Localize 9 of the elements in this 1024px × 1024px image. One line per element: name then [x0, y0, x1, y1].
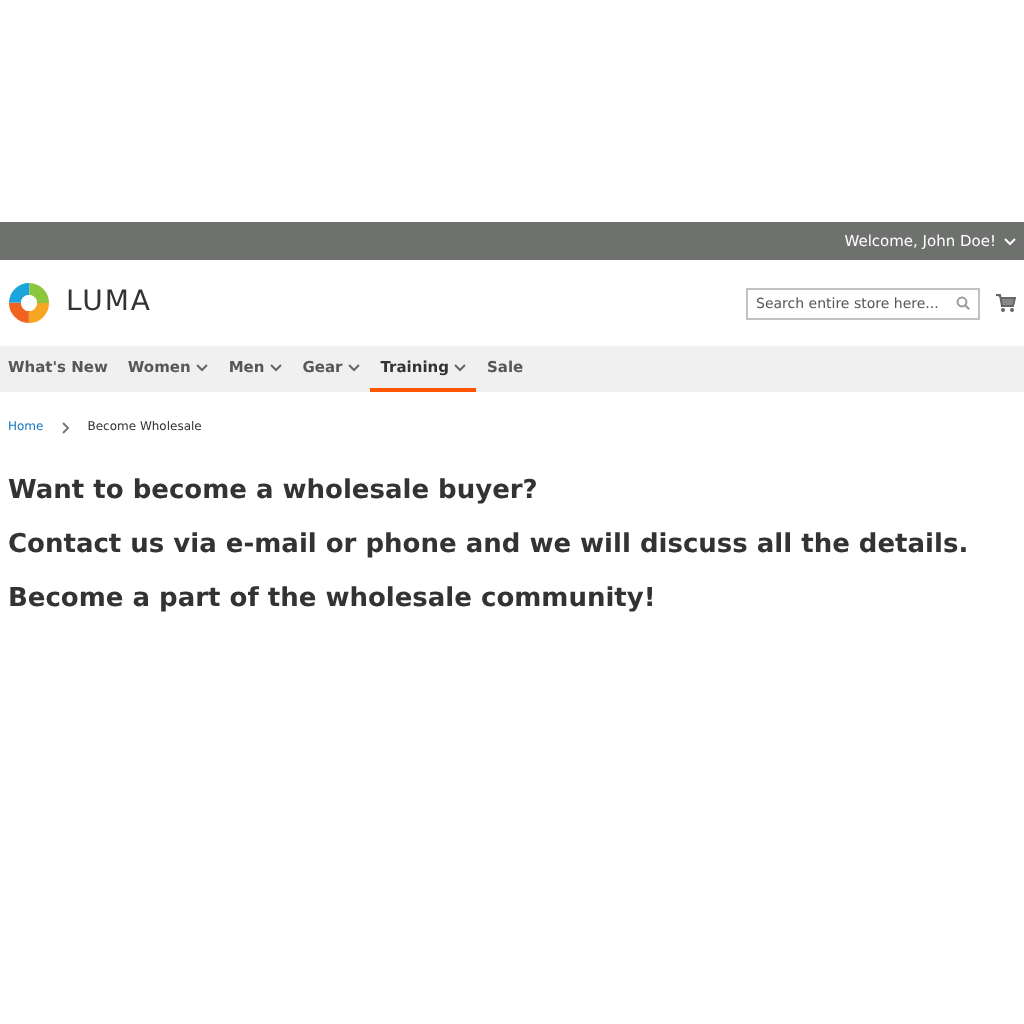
- content-heading: Want to become a wholesale buyer?: [8, 474, 540, 510]
- content-heading: Contact us via e-mail or phone and we will discuss all the details.: [8, 528, 971, 564]
- logo-icon: [8, 282, 50, 324]
- chevron-icon: [61, 421, 70, 433]
- search-icon: [956, 296, 970, 310]
- logo-text[interactable]: LUMA: [66, 282, 153, 324]
- caret-icon: [1004, 237, 1016, 245]
- content-heading: Become a part of the wholesale community!: [8, 582, 658, 618]
- cart-icon[interactable]: [996, 294, 1016, 312]
